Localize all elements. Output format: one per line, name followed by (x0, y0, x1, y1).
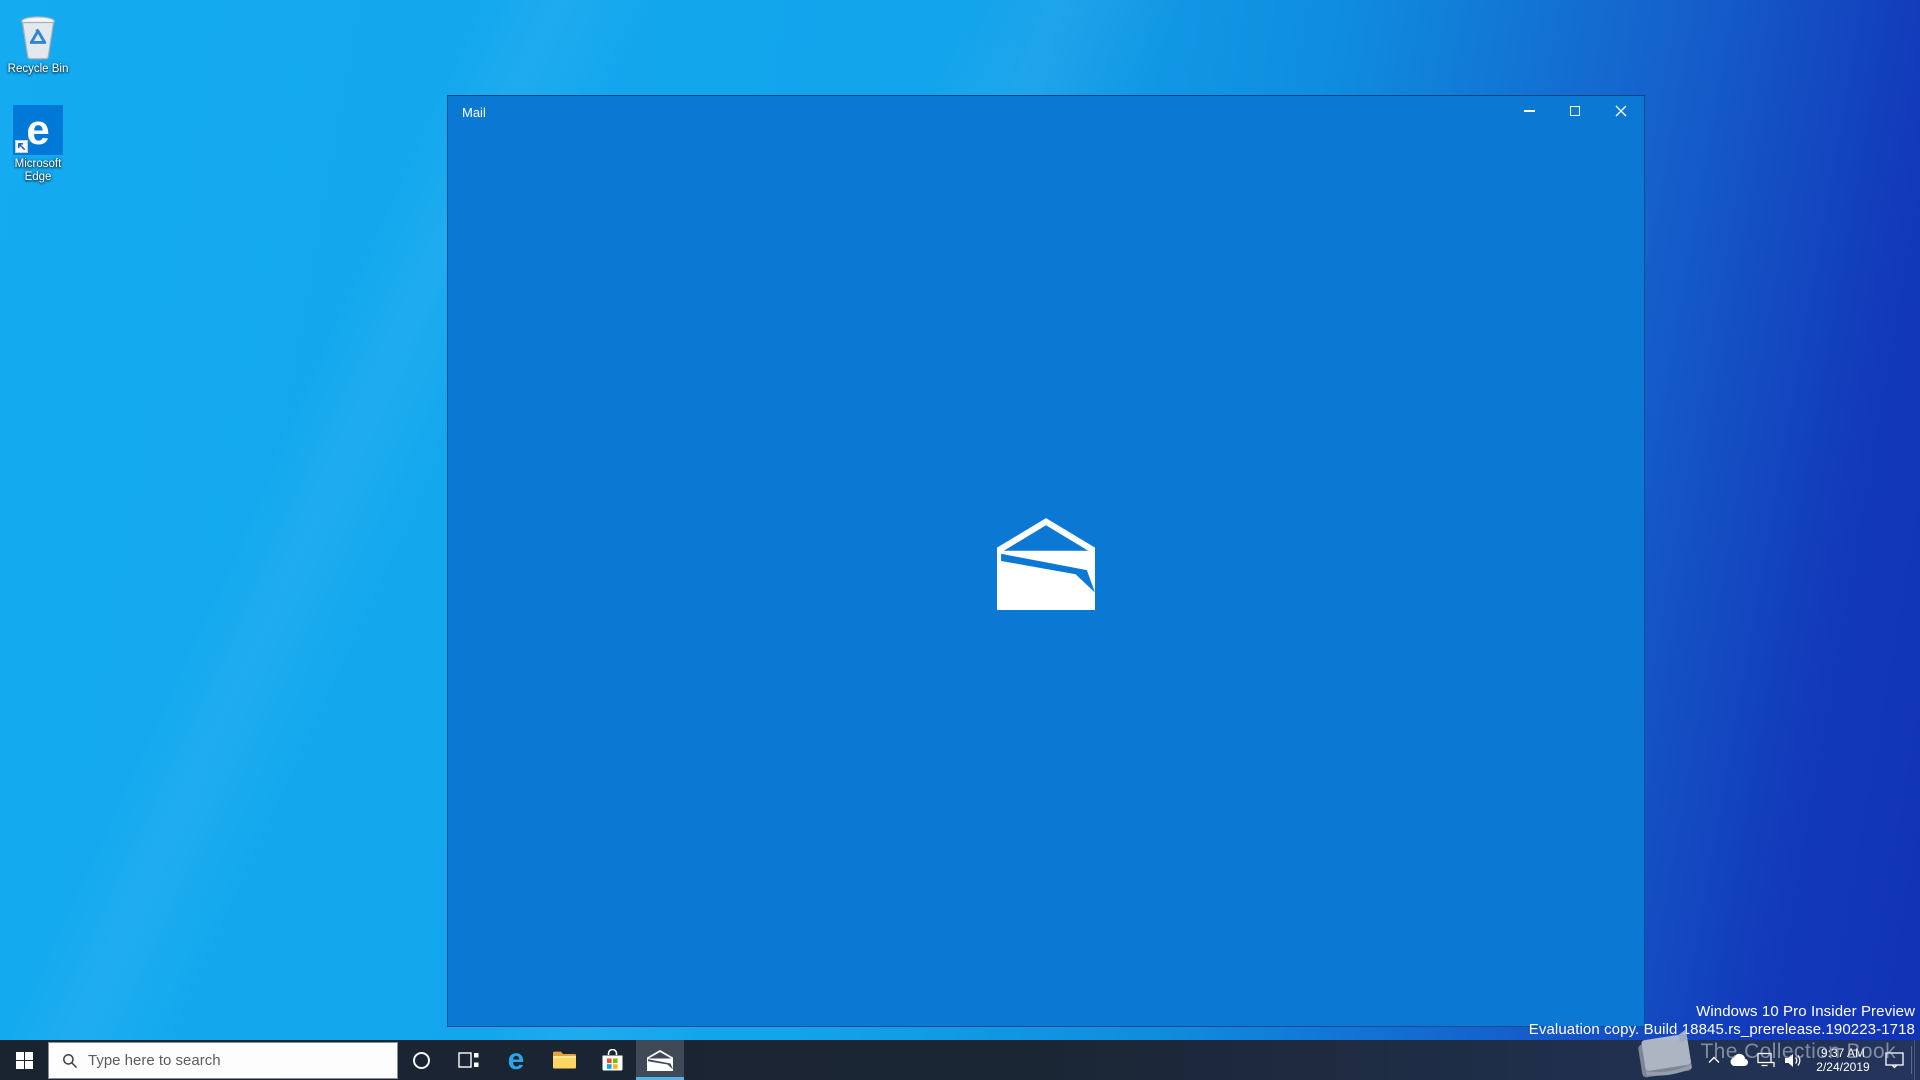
close-button[interactable] (1598, 96, 1644, 126)
folder-icon (552, 1051, 576, 1069)
edge-tile-icon: e (1, 103, 75, 155)
mail-taskbar-button[interactable] (636, 1040, 684, 1080)
store-bag-icon (602, 1049, 622, 1071)
task-view-icon (457, 1052, 478, 1068)
network-icon (1756, 1052, 1775, 1067)
windows-logo-icon (15, 1051, 33, 1069)
start-button[interactable] (0, 1040, 48, 1080)
tray-separator (1911, 1046, 1912, 1074)
hidden-icons-button[interactable] (1703, 1040, 1725, 1080)
watermark-line2: Evaluation copy. Build 18845.rs_prerelea… (1528, 1021, 1915, 1038)
action-center-button[interactable] (1879, 1040, 1909, 1080)
speaker-icon (1785, 1053, 1801, 1067)
desktop-icon-label: Recycle Bin (7, 63, 69, 75)
edge-button[interactable]: e (492, 1040, 540, 1080)
file-explorer-button[interactable] (540, 1040, 588, 1080)
mail-splash-area (448, 128, 1644, 1026)
clock-time: 9:37 AM (1820, 1046, 1866, 1060)
show-desktop-button[interactable] (1914, 1040, 1920, 1080)
taskbar: e (0, 1040, 1920, 1080)
search-icon (63, 1053, 78, 1068)
desktop-icon-label: Microsoft Edge (14, 158, 62, 183)
maximize-icon (1570, 106, 1580, 116)
network-button[interactable] (1752, 1040, 1779, 1080)
search-input[interactable] (88, 1052, 397, 1069)
system-tray: 9:37 AM 2/24/2019 (1703, 1040, 1920, 1080)
mail-splash-envelope-icon (997, 518, 1095, 610)
desktop-icon-microsoft-edge[interactable]: e Microsoft Edge (1, 103, 75, 183)
cortana-button[interactable] (398, 1040, 444, 1080)
taskbar-search-box[interactable] (48, 1042, 398, 1079)
chevron-up-icon (1708, 1056, 1720, 1063)
taskbar-clock[interactable]: 9:37 AM 2/24/2019 (1807, 1040, 1879, 1080)
shortcut-arrow-icon (15, 140, 28, 153)
watermark-line1: Windows 10 Pro Insider Preview (1696, 1003, 1915, 1020)
edge-e-glyph: e (26, 106, 50, 153)
cloud-icon (1730, 1053, 1748, 1066)
minimize-button[interactable] (1506, 96, 1552, 126)
onedrive-button[interactable] (1725, 1040, 1752, 1080)
volume-button[interactable] (1779, 1040, 1807, 1080)
mail-window: Mail (447, 95, 1645, 1027)
insider-build-watermark: Windows 10 Pro Insider Preview Evaluatio… (1529, 1003, 1915, 1039)
store-button[interactable] (588, 1040, 636, 1080)
desktop-wallpaper: Recycle Bin e Microsoft Edge Mail Window… (0, 0, 1920, 1080)
minimize-icon (1523, 110, 1535, 112)
mail-envelope-icon (647, 1049, 673, 1071)
clock-date: 2/24/2019 (1816, 1060, 1870, 1074)
cortana-circle-icon (412, 1051, 430, 1069)
window-title: Mail (462, 104, 486, 120)
task-view-button[interactable] (444, 1040, 492, 1080)
mail-titlebar[interactable]: Mail (448, 96, 1644, 128)
maximize-button[interactable] (1552, 96, 1598, 126)
action-center-icon (1884, 1052, 1904, 1069)
close-icon (1615, 105, 1627, 117)
edge-e-icon: e (507, 1043, 525, 1076)
desktop-icon-recycle-bin[interactable]: Recycle Bin (1, 8, 75, 76)
recycle-bin-icon (1, 8, 75, 60)
